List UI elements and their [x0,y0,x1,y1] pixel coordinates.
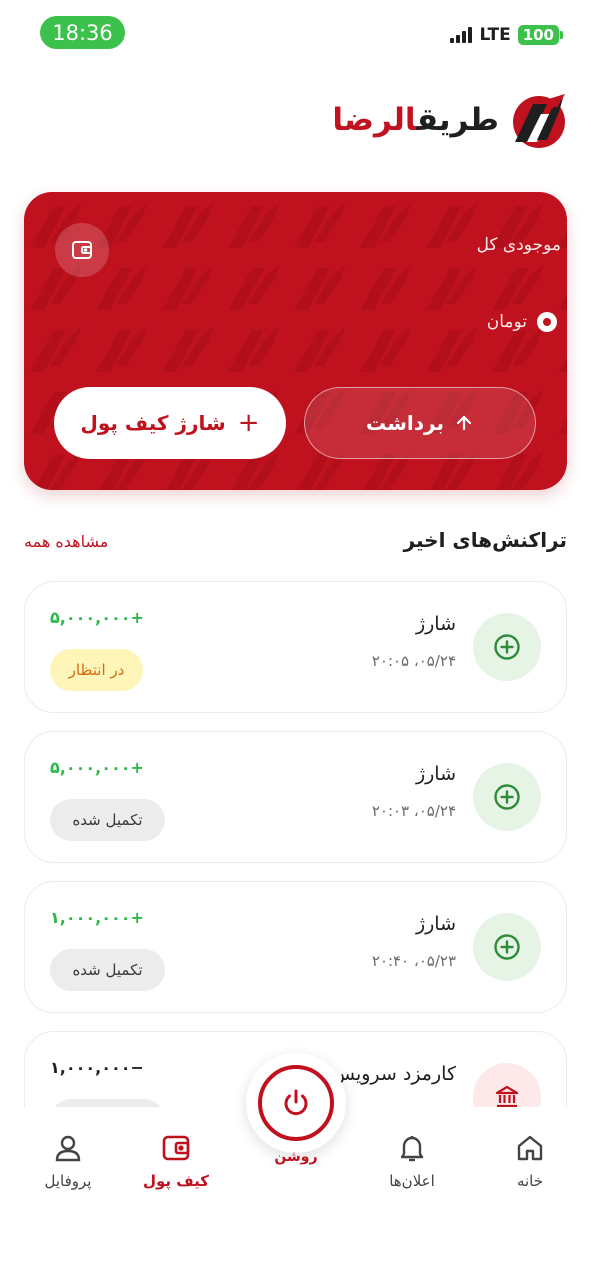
plus-circle-icon [494,934,520,960]
transaction-amount: +۱,۰۰۰,۰۰۰ [50,908,144,927]
power-button-ring [258,1065,334,1141]
transaction-type-icon [473,613,541,681]
power-icon [284,1089,308,1116]
status-badge: تکمیل شده [50,799,165,841]
transaction-date: ۰۵/۲۴، ۲۰:۰۵ [371,652,456,670]
transaction-item[interactable]: شارژ ۰۵/۲۳، ۲۰:۴۰ +۱,۰۰۰,۰۰۰ تکمیل شده [24,881,567,1013]
transaction-amount: +۵,۰۰۰,۰۰۰ [50,608,144,627]
nav-home-label: خانه [516,1172,544,1190]
currency-label: تومان [486,312,527,332]
currency-row: تومان [487,312,557,332]
battery-icon: 100 [517,25,563,45]
nav-home[interactable]: خانه [485,1132,575,1190]
status-indicators: LTE 100 [450,25,563,45]
transaction-amount: +۵,۰۰۰,۰۰۰ [50,758,144,777]
brand-name: طریقالرضا [332,102,499,138]
signal-icon [450,27,473,43]
transaction-type-icon [473,913,541,981]
transaction-date: ۰۵/۲۳، ۲۰:۴۰ [371,952,456,970]
user-icon [55,1135,81,1162]
brand-logo-mark [513,94,565,148]
wallet-icon [162,1135,190,1161]
recent-transactions-title: تراکنش‌های اخیر [403,528,567,552]
brand-name-part2: الرضا [332,102,417,138]
withdraw-label: برداشت [366,411,444,435]
transaction-title: کارمزد سرویس [331,1063,456,1085]
charge-wallet-button[interactable]: + شارژ کیف پول [54,387,286,459]
transaction-date: ۰۵/۲۴، ۲۰:۰۳ [371,802,456,820]
nav-profile-label: پروفایل [44,1172,92,1190]
nav-notifications[interactable]: اعلان‌ها [367,1132,457,1190]
network-type: LTE [479,25,511,45]
status-badge: تکمیل شده [50,949,165,991]
status-bar: 18:36 LTE 100 [0,0,591,66]
nav-notifications-label: اعلان‌ها [389,1172,435,1190]
home-icon [517,1135,543,1161]
power-label: روشن [274,1149,318,1165]
transactions-list[interactable]: شارژ ۰۵/۲۴، ۲۰:۰۵ +۵,۰۰۰,۰۰۰ در انتظار ش… [0,570,591,1107]
nav-wallet[interactable]: کیف پول [131,1132,221,1190]
brand-name-part1: طریق [416,102,499,138]
arrow-up-icon [456,415,472,431]
battery-level: 100 [517,25,559,45]
wallet-icon-button[interactable] [55,223,109,277]
status-badge [50,1099,165,1107]
bell-icon [400,1136,424,1162]
nav-profile[interactable]: پروفایل [23,1132,113,1190]
transaction-type-icon [473,1063,541,1107]
transaction-item[interactable]: شارژ ۰۵/۲۴، ۲۰:۰۳ +۵,۰۰۰,۰۰۰ تکمیل شده [24,731,567,863]
see-all-link[interactable]: مشاهده همه [24,532,108,551]
nav-wallet-label: کیف پول [143,1172,209,1190]
withdraw-button[interactable]: برداشت [304,387,536,459]
transaction-title: شارژ [415,613,456,635]
brand-logo: طریقالرضا [332,90,567,150]
balance-label: موجودی کل [476,235,561,255]
transaction-title: شارژ [415,763,456,785]
status-badge: در انتظار [50,649,143,691]
wallet-icon [72,241,92,259]
transaction-item[interactable]: شارژ ۰۵/۲۴، ۲۰:۰۵ +۵,۰۰۰,۰۰۰ در انتظار [24,581,567,713]
transaction-type-icon [473,763,541,831]
plus-circle-icon [494,784,520,810]
plus-circle-icon [494,634,520,660]
transaction-title: شارژ [415,913,456,935]
currency-radio-icon [537,312,557,332]
status-time: 18:36 [40,16,125,49]
transaction-amount: −۱,۰۰۰,۰۰۰ [50,1058,144,1077]
bank-icon [495,1085,519,1107]
charge-wallet-label: شارژ کیف پول [80,411,226,435]
power-button[interactable] [246,1053,346,1153]
plus-icon: + [237,408,260,438]
